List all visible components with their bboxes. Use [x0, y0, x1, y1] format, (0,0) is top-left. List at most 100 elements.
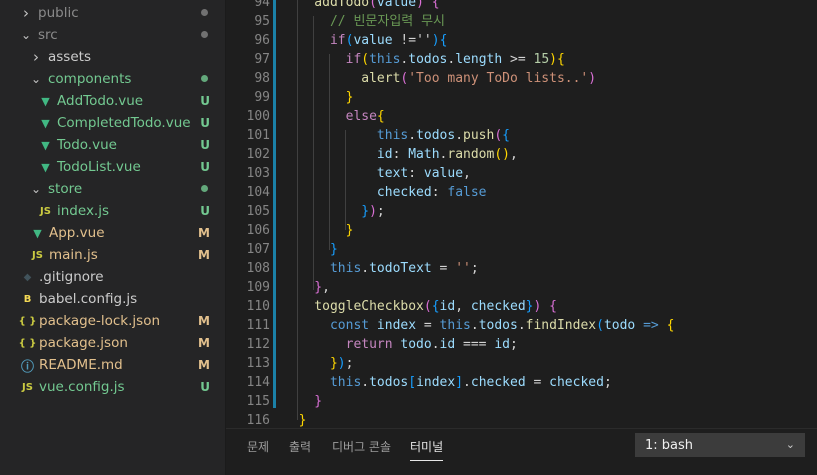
git-status-badge: U [200, 380, 210, 394]
git-status-badge: M [198, 248, 210, 262]
explorer-folder[interactable]: › public [0, 2, 226, 24]
json-file-icon: { } [18, 337, 37, 349]
terminal-select[interactable]: 1: bash ⌄ [635, 433, 805, 457]
code-token: this [439, 318, 471, 333]
code-token: { [431, 0, 440, 10]
line-number: 97 [254, 52, 270, 67]
explorer-folder[interactable]: › assets [0, 46, 226, 68]
tab-output[interactable]: 출력 [289, 437, 311, 457]
line-number: 112 [246, 337, 270, 352]
code-token: = [525, 375, 550, 390]
line-number: 105 [246, 204, 270, 219]
code-line: 115 } [226, 392, 817, 411]
explorer-file[interactable]: ⓘ README.md M [0, 354, 226, 376]
code-line: 100 else{ [226, 107, 817, 126]
code-line: 105 }); [226, 202, 817, 221]
explorer-item-label: babel.config.js [39, 291, 138, 307]
explorer-file[interactable]: Bbabel.config.js [0, 288, 226, 310]
explorer-file[interactable]: JS index.js U [0, 200, 226, 222]
code-token: this [283, 128, 409, 143]
code-token: => [643, 318, 659, 333]
explorer-folder[interactable]: ⌄ src [0, 24, 226, 46]
vue-file-icon: ▼ [41, 138, 50, 152]
bottom-panel: 문제 출력 디버그 콘솔 터미널 1: bash ⌄ [226, 428, 817, 475]
code-text: } [283, 221, 354, 240]
code-token: !='' [392, 33, 432, 48]
code-token: // 빈문자입력 무시 [283, 14, 445, 29]
code-token: , [463, 166, 471, 181]
code-token: . [361, 261, 370, 276]
line-number: 110 [246, 299, 270, 314]
code-token: ( [369, 0, 377, 10]
explorer-file[interactable]: ▼ TodoList.vue U [0, 156, 226, 178]
explorer-file[interactable]: { } package.json M [0, 332, 226, 354]
line-number: 103 [246, 166, 270, 181]
code-token: ; [470, 261, 479, 276]
tab-terminal[interactable]: 터미널 [410, 437, 444, 461]
code-text: const index = this.todos.findIndex(todo … [283, 316, 674, 335]
code-token: . [431, 337, 440, 352]
vue-file-icon: ▼ [41, 116, 50, 130]
explorer-file[interactable]: ▼ CompletedTodo.vue U [0, 112, 226, 134]
info-file-icon: ⓘ [20, 359, 34, 375]
explorer-item-label: index.js [57, 203, 110, 219]
code-text: addTodo(value) { [283, 0, 440, 12]
code-token: this [369, 52, 401, 67]
javascript-file-icon: JS [32, 249, 43, 261]
code-token: { [439, 33, 448, 48]
code-token: checked [283, 185, 432, 200]
git-status-badge: U [200, 94, 210, 108]
code-line: 94 addTodo(value) { [226, 0, 817, 12]
vue-file-icon: ▼ [41, 94, 50, 108]
code-text: }); [283, 354, 354, 373]
code-text: toggleCheckbox({id, checked}) { [283, 297, 557, 316]
explorer-folder[interactable]: ⌄ store [0, 178, 226, 200]
explorer-file[interactable]: ▼ AddTodo.vue U [0, 90, 226, 112]
code-token: todoText [369, 261, 432, 276]
line-number: 102 [246, 147, 270, 162]
code-token: id [283, 147, 393, 162]
explorer-folder[interactable]: ⌄ components [0, 68, 226, 90]
javascript-file-icon: JS [22, 381, 33, 393]
code-line: 114 this.todos[index].checked = checked; [226, 373, 817, 392]
line-number: 116 [246, 413, 270, 428]
chevron-down-icon: ⌄ [30, 72, 42, 86]
code-token: . [408, 128, 417, 143]
explorer-file[interactable]: { } package-lock.json M [0, 310, 226, 332]
code-token: value [376, 0, 417, 10]
code-token: ) [588, 71, 597, 86]
explorer-file[interactable]: ▼ Todo.vue U [0, 134, 226, 156]
code-token: . [470, 318, 479, 333]
code-token: length [455, 52, 503, 67]
code-line: 101 this.todos.push({ [226, 126, 817, 145]
line-number: 96 [254, 33, 270, 48]
code-text: } [283, 411, 307, 428]
code-token: ( [423, 299, 432, 314]
git-status-dot [201, 185, 208, 192]
explorer-file[interactable]: JS main.js M [0, 244, 226, 266]
explorer-file[interactable]: ▼ App.vue M [0, 222, 226, 244]
code-token: } [283, 394, 323, 409]
chevron-right-icon: › [33, 48, 39, 66]
explorer-item-label: src [38, 27, 58, 43]
code-token: ) [549, 52, 557, 67]
git-status-badge: M [198, 336, 210, 350]
tab-problems[interactable]: 문제 [247, 437, 269, 457]
code-line: 96 if(value !=''){ [226, 31, 817, 50]
tab-debug-console[interactable]: 디버그 콘솔 [332, 437, 391, 457]
code-token: . [463, 375, 471, 390]
code-editor[interactable]: 94 addTodo(value) {95 // 빈문자입력 무시 96 if(v… [226, 0, 817, 428]
code-line: 102 id: Math.random(), [226, 145, 817, 164]
explorer-file[interactable]: ◆ .gitignore [0, 266, 226, 288]
code-text: alert('Too many ToDo lists..') [283, 69, 596, 88]
git-status-badge: U [200, 116, 210, 130]
git-status-badge: U [200, 160, 210, 174]
explorer-file[interactable]: JS vue.config.js U [0, 376, 226, 398]
explorer-item-label: .gitignore [39, 269, 104, 285]
chevron-down-icon: ⌄ [785, 438, 795, 451]
explorer-item-label: main.js [49, 247, 98, 263]
explorer-item-label: store [48, 181, 83, 197]
